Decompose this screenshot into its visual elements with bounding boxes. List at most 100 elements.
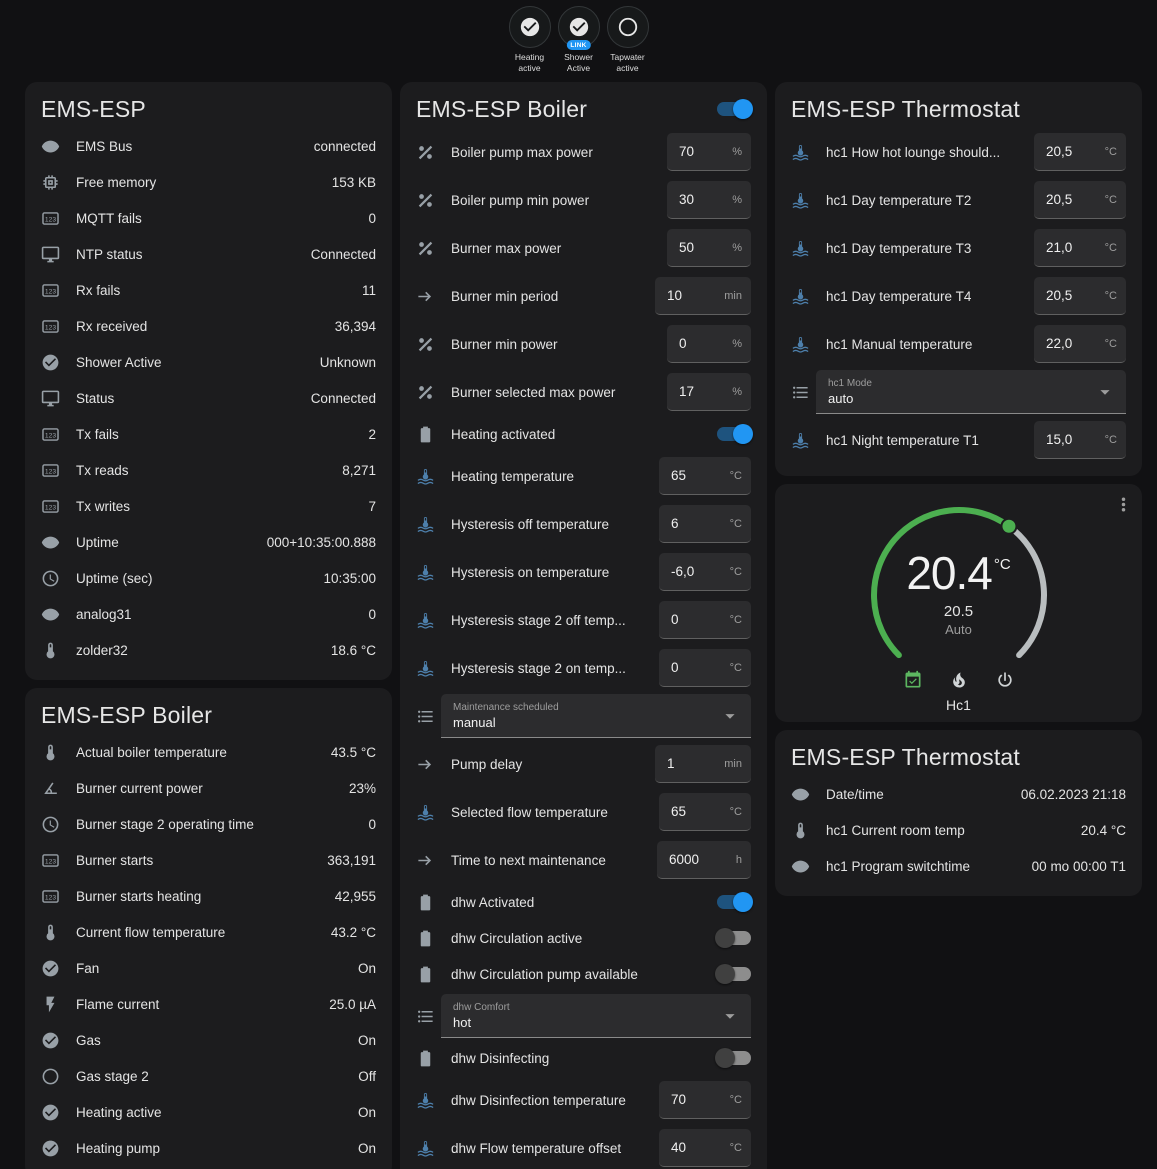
number-field[interactable]: 0°C [659, 601, 751, 639]
entity-row[interactable]: 123Tx reads8,271 [41, 452, 376, 488]
select-field[interactable]: Maintenance scheduledmanual [441, 694, 751, 738]
fire-icon[interactable] [949, 670, 969, 690]
badge-tapwater[interactable]: Tapwateractive [605, 6, 651, 74]
toggle-switch[interactable] [717, 931, 751, 945]
entity-row[interactable]: Burner current power23% [41, 770, 376, 806]
counter-icon: 123 [41, 209, 60, 228]
card-power-toggle[interactable] [717, 102, 751, 116]
percent-icon [416, 191, 435, 210]
entity-row[interactable]: Flame current25.0 µA [41, 986, 376, 1022]
entity-row[interactable]: Actual boiler temperature43.5 °C [41, 734, 376, 770]
entity-row[interactable]: Uptime (sec)10:35:00 [41, 560, 376, 596]
number-field[interactable]: 65°C [659, 457, 751, 495]
thermometer-water-icon [791, 191, 810, 210]
number-field[interactable]: 70% [667, 133, 751, 171]
entity-row[interactable]: 123Tx fails2 [41, 416, 376, 452]
dial-knob[interactable] [1001, 519, 1016, 534]
entity-row[interactable]: NTP statusConnected [41, 236, 376, 272]
number-field[interactable]: 20,5°C [1034, 277, 1126, 315]
number-field[interactable]: 20,5°C [1034, 133, 1126, 171]
entity-state: Connected [311, 391, 376, 406]
entity-row[interactable]: 123Rx received36,394 [41, 308, 376, 344]
entity-state: 18.6 °C [331, 643, 376, 658]
number-field[interactable]: 15,0°C [1034, 421, 1126, 459]
toggle-switch[interactable] [717, 427, 751, 441]
number-field[interactable]: 1min [655, 745, 751, 783]
entity-row[interactable]: Current flow temperature43.2 °C [41, 914, 376, 950]
number-field[interactable]: 17% [667, 373, 751, 411]
number-unit: °C [730, 566, 742, 578]
number-field[interactable]: 50% [667, 229, 751, 267]
entity-row[interactable]: Uptime000+10:35:00.888 [41, 524, 376, 560]
entity-row[interactable]: 123MQTT fails0 [41, 200, 376, 236]
number-field[interactable]: 22,0°C [1034, 325, 1126, 363]
number-field[interactable]: 10min [655, 277, 751, 315]
entity-row[interactable]: hc1 Program switchtime00 mo 00:00 T1 [791, 848, 1126, 884]
number-value: 22,0 [1046, 336, 1072, 351]
entity-row[interactable]: Free memory153 KB [41, 164, 376, 200]
entity-row[interactable]: 123Burner starts heating42,955 [41, 878, 376, 914]
number-field[interactable]: 0% [667, 325, 751, 363]
entity-row[interactable]: Gas stage 2Off [41, 1058, 376, 1094]
entity-name: EMS Bus [76, 139, 314, 154]
thermometer-water-icon [791, 239, 810, 258]
number-field[interactable]: 70°C [659, 1081, 751, 1119]
toggle-switch[interactable] [717, 895, 751, 909]
caret-down-icon [719, 1005, 741, 1027]
entity-row[interactable]: Burner stage 2 operating time0 [41, 806, 376, 842]
entity-name: dhw Flow temperature offset [451, 1141, 659, 1156]
entity-row[interactable]: StatusConnected [41, 380, 376, 416]
thermostat-dial[interactable]: 20.4°C 20.5 Auto [859, 500, 1059, 670]
badge-shower[interactable]: LINKShowerActive [556, 6, 602, 74]
arrow-right-icon [416, 287, 435, 306]
number-field[interactable]: 65°C [659, 793, 751, 831]
select-field[interactable]: hc1 Modeauto [816, 370, 1126, 414]
number-field[interactable]: 20,5°C [1034, 181, 1126, 219]
number-field[interactable]: 6000 h [657, 841, 751, 879]
entity-row[interactable]: Heating activeOn [41, 1094, 376, 1130]
number-field[interactable]: 30% [667, 181, 751, 219]
entity-name: Time to next maintenance [451, 853, 657, 868]
entity-row[interactable]: zolder3218.6 °C [41, 632, 376, 668]
entity-name: dhw Circulation pump available [451, 967, 717, 982]
number-value: 6000 [669, 852, 699, 867]
entity-name: Tx writes [76, 499, 368, 514]
calendar-check-icon[interactable] [903, 670, 923, 690]
number-field[interactable]: 6°C [659, 505, 751, 543]
number-field[interactable]: 0°C [659, 649, 751, 687]
entity-name: Hysteresis off temperature [451, 517, 659, 532]
counter-icon: 123 [41, 317, 60, 336]
entity-row[interactable]: analog310 [41, 596, 376, 632]
power-icon[interactable] [995, 670, 1015, 690]
number-unit: h [736, 854, 742, 866]
entity-row[interactable]: GasOn [41, 1022, 376, 1058]
current-temperature: 20.4 [906, 547, 992, 599]
entity-state: 23% [349, 781, 376, 796]
entity-row[interactable]: Shower ActiveUnknown [41, 344, 376, 380]
dots-vertical-icon[interactable] [1113, 494, 1134, 515]
entity-row[interactable]: 123Burner starts363,191 [41, 842, 376, 878]
entity-row[interactable]: hc1 Current room temp20.4 °C [791, 812, 1126, 848]
badge-heating[interactable]: Heatingactive [507, 6, 553, 74]
card-title: EMS-ESP Boiler [416, 96, 587, 122]
select-field[interactable]: dhw Comforthot [441, 994, 751, 1038]
number-field[interactable]: 21,0°C [1034, 229, 1126, 267]
memory-icon [41, 173, 60, 192]
entity-row[interactable]: EMS Busconnected [41, 128, 376, 164]
number-value: 70 [679, 144, 694, 159]
entity-state: 06.02.2023 21:18 [1021, 787, 1126, 802]
number-field[interactable]: -6,0°C [659, 553, 751, 591]
hvac-mode-label: Auto [859, 622, 1059, 637]
toggle-switch[interactable] [717, 1051, 751, 1065]
entity-row[interactable]: Heating pumpOn [41, 1130, 376, 1166]
entity-row[interactable]: 123Tx writes7 [41, 488, 376, 524]
thermometer-icon [791, 821, 810, 840]
entity-state: 42,955 [335, 889, 376, 904]
toggle-switch[interactable] [717, 967, 751, 981]
entity-name: Burner starts [76, 853, 327, 868]
entity-row[interactable]: FanOn [41, 950, 376, 986]
entity-row[interactable]: 123Rx fails11 [41, 272, 376, 308]
circle-outline-icon [41, 1067, 60, 1086]
entity-row[interactable]: Date/time06.02.2023 21:18 [791, 776, 1126, 812]
number-field[interactable]: 40°C [659, 1129, 751, 1167]
